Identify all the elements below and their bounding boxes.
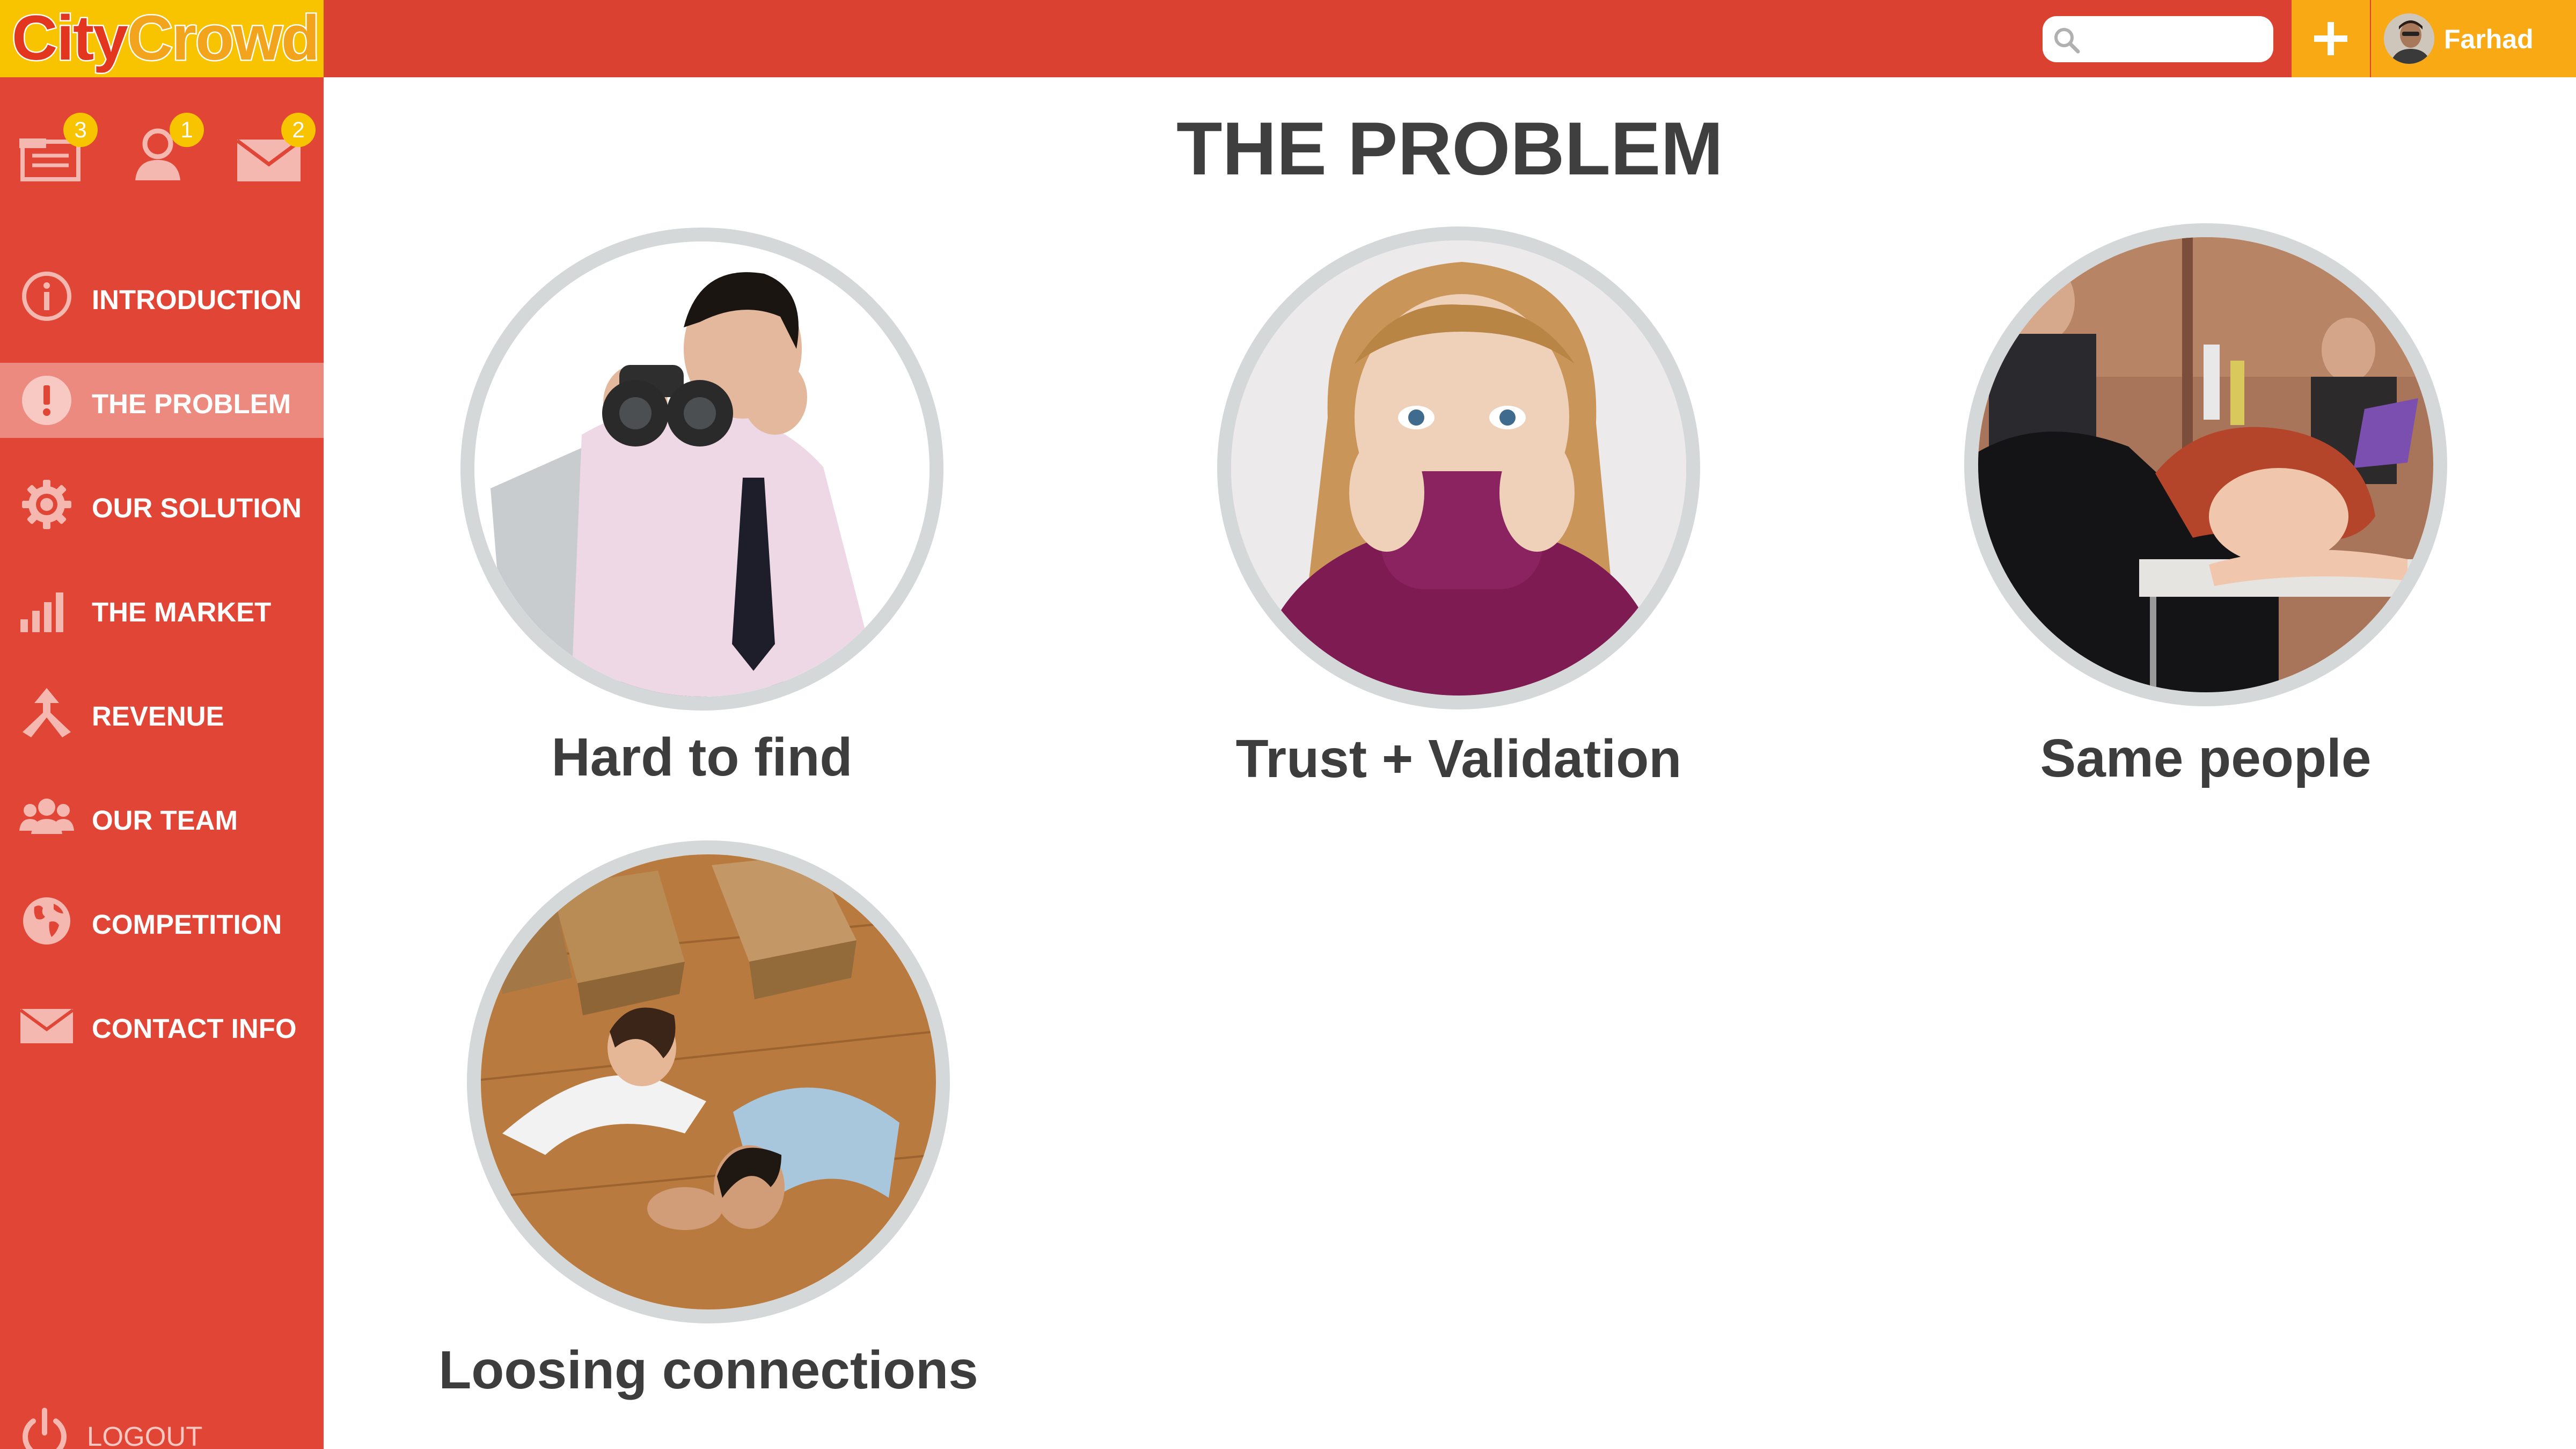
info-icon [22,272,71,321]
sidebar-item-revenue[interactable]: REVENUE [0,675,324,750]
sidebar-item-competition[interactable]: COMPETITION [0,883,324,958]
gear-icon [22,480,71,529]
globe-icon [23,897,70,945]
sidebar-item-our-solution[interactable]: OUR SOLUTION [0,467,324,542]
search-input[interactable] [2094,23,2260,56]
notification-mail[interactable]: 2 [234,109,316,190]
card-label: Hard to find [551,727,853,787]
logout-button[interactable]: LOGOUT [0,1395,324,1449]
sidebar-item-label: OUR SOLUTION [92,493,302,523]
notification-inbox[interactable]: 3 [17,109,98,190]
sidebar-item-our-team[interactable]: OUR TEAM [0,779,324,854]
sidebar: 3 1 2 INTRODUCTION THE PROBLEM OUR SOLUT… [0,77,324,1449]
logo-city: City [11,2,130,75]
alert-icon [22,376,71,425]
card-image [1217,226,1700,709]
envelope-icon [19,1008,74,1043]
user-menu[interactable]: Farhad [2371,0,2576,77]
logout-label: LOGOUT [87,1421,203,1449]
card-label: Loosing connections [438,1340,978,1400]
sidebar-item-the-market[interactable]: THE MARKET [0,571,324,646]
avatar[interactable] [2384,13,2434,64]
sidebar-item-introduction[interactable]: INTRODUCTION [0,259,324,334]
power-icon [23,1408,67,1449]
card-image [467,840,950,1323]
plus-icon [2314,22,2347,55]
sidebar-item-label: THE PROBLEM [92,389,291,419]
card-image [460,228,943,711]
sidebar-item-label: INTRODUCTION [92,284,302,315]
card-label: Trust + Validation [1235,729,1682,789]
logo[interactable]: CityCrowd [0,0,324,77]
user-name[interactable]: Farhad [2444,24,2534,55]
bar-chart-icon [20,592,63,632]
team-icon [19,799,74,834]
logo-crowd: Crowd [126,2,321,75]
sidebar-item-label: CONTACT INFO [92,1013,297,1044]
page-title: THE PROBLEM [1176,106,1723,191]
search-icon[interactable] [2052,26,2081,55]
logo-text: CityCrowd [11,2,321,75]
add-button[interactable] [2292,0,2370,77]
user-badge: 1 [170,113,204,147]
sidebar-item-label: OUR TEAM [92,805,238,836]
sidebar-item-label: THE MARKET [92,597,272,627]
sidebar-item-the-problem[interactable]: THE PROBLEM [0,363,324,438]
notification-user[interactable]: 1 [125,109,204,190]
sidebar-item-label: COMPETITION [92,909,282,940]
merge-arrow-icon [23,688,71,737]
inbox-badge: 3 [63,113,98,147]
card-label: Same people [2040,728,2372,788]
search-box[interactable] [2043,16,2273,62]
sidebar-item-label: REVENUE [92,701,224,731]
sidebar-item-contact-info[interactable]: CONTACT INFO [0,987,324,1063]
mail-badge: 2 [281,113,316,147]
top-bar: CityCrowd Farhad [0,0,2576,77]
card-image [1964,223,2447,706]
